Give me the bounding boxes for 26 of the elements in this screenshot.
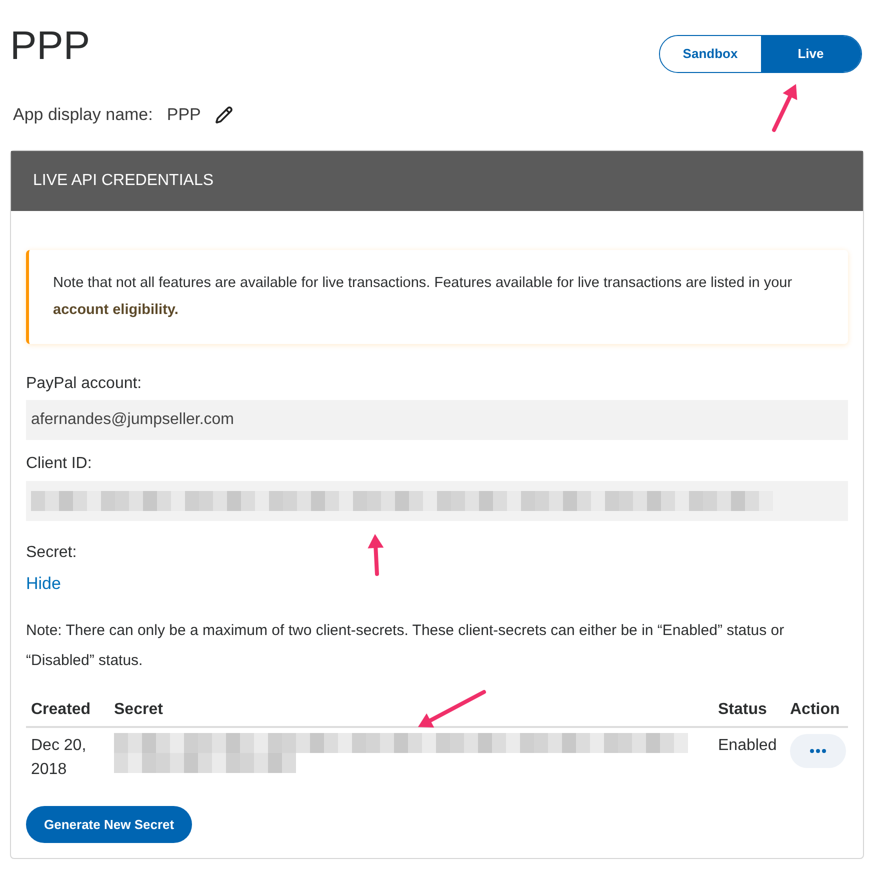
more-actions-button[interactable] [790,734,846,768]
hide-link[interactable]: Hide [26,570,61,596]
account-eligibility-link[interactable]: account eligibility. [53,302,178,318]
annotation-arrow [772,84,798,132]
alert-text: Note that not all features are available for live transactions. Features available for live transactions are listed in your account eligibility. [53,274,794,320]
column-header: Status [718,701,767,718]
field-label: Client ID: [26,454,93,474]
annotation-arrow [418,690,486,728]
paypal-account-field: afernandes@jumpseller.com [26,400,848,440]
field-label: Secret: [26,542,77,562]
edit-icon[interactable] [214,106,233,124]
column-header: Created [31,701,91,718]
generate-secret-button[interactable]: Generate New Secret [26,806,192,843]
app-name: PPP [166,104,201,126]
panel-title: LIVE API CREDENTIALS [33,170,214,190]
more-icon [810,749,826,753]
table-cell: Enabled [718,727,790,782]
page-title: PPP [10,23,90,70]
field-label: PayPal account: [26,374,143,394]
field-label: App display name: [13,104,153,126]
environment-tab[interactable]: Live [760,36,861,72]
note-text: Note: There can only be a maximum of two client-secrets. These client-secrets can either be in “Enabled” status or “Disabled” status. [26,621,786,671]
column-header: Secret [114,701,163,718]
column-header: Action [790,701,840,718]
table-cell: Dec 20, 2018 [26,727,114,782]
annotation-arrow [368,534,384,576]
